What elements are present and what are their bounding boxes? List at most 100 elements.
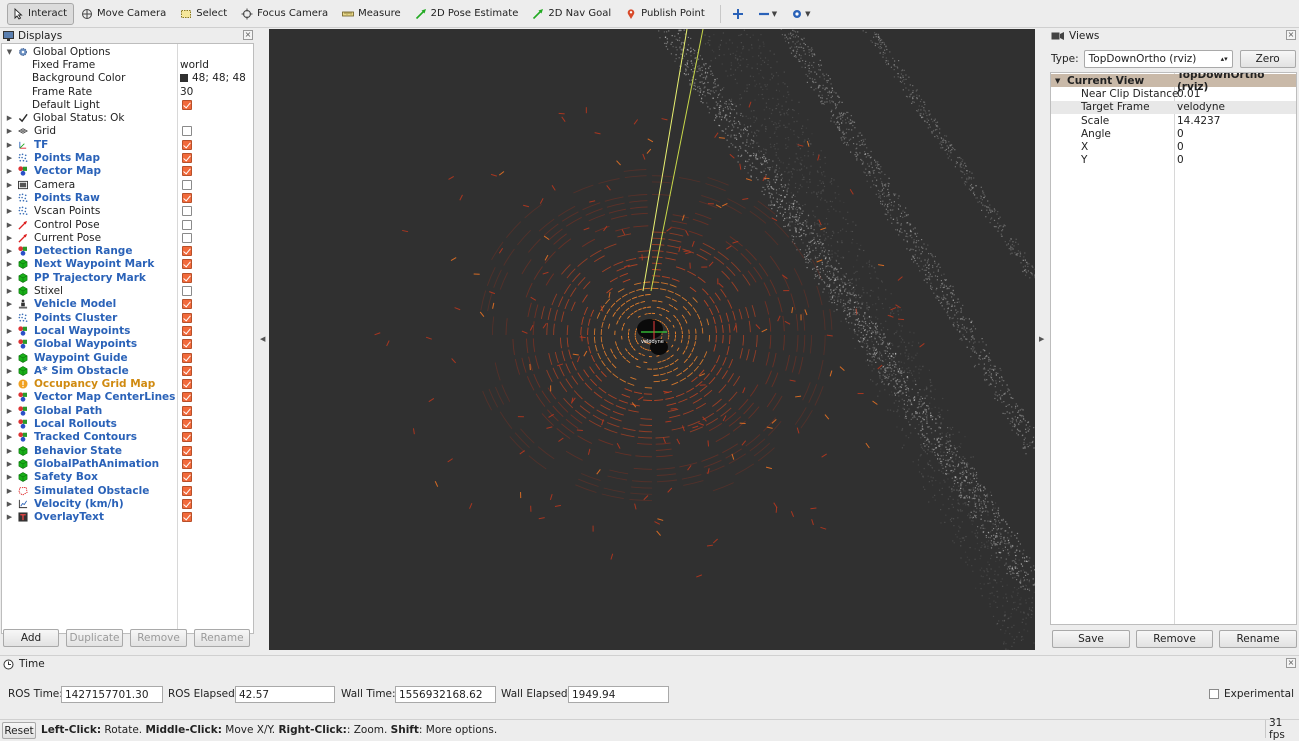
zero-button[interactable]: Zero	[1240, 50, 1296, 68]
display-points-raw[interactable]: ▶Points Raw	[2, 191, 253, 204]
enable-checkbox[interactable]	[182, 419, 192, 429]
display-points-cluster[interactable]: ▶Points Cluster	[2, 311, 253, 324]
display-overlaytext[interactable]: ▶OverlayText	[2, 511, 253, 524]
expand-arrow-icon[interactable]: ▶	[5, 314, 14, 322]
enable-checkbox[interactable]	[182, 339, 192, 349]
display-current-pose[interactable]: ▶Current Pose	[2, 231, 253, 244]
close-icon[interactable]: ×	[1286, 658, 1296, 668]
display-simulated-obstacle[interactable]: ▶Simulated Obstacle	[2, 484, 253, 497]
enable-checkbox[interactable]	[182, 166, 192, 176]
add-tool-button[interactable]	[727, 3, 751, 25]
global-option-background-color[interactable]: Background Color48; 48; 48	[2, 72, 253, 85]
expand-arrow-icon[interactable]: ▶	[5, 327, 14, 335]
view-prop-value[interactable]: 0	[1177, 141, 1184, 153]
enable-checkbox[interactable]	[182, 259, 192, 269]
enable-checkbox[interactable]	[182, 353, 192, 363]
expand-arrow-icon[interactable]: ▶	[5, 260, 14, 268]
expand-arrow-icon[interactable]: ▶	[5, 487, 14, 495]
wall-time-field[interactable]: 1556932168.62	[395, 686, 496, 703]
view-prop-value[interactable]: 0	[1177, 154, 1184, 166]
global-options-row[interactable]: ▼Global Options	[2, 45, 253, 58]
collapse-left-icon[interactable]: ◀	[260, 335, 265, 343]
tool-select-button[interactable]: Select	[175, 3, 234, 25]
expand-arrow-icon[interactable]: ▶	[5, 287, 14, 295]
option-value[interactable]: world	[180, 59, 209, 71]
ros-time-field[interactable]: 1427157701.30	[61, 686, 163, 703]
collapse-arrow-icon[interactable]: ▼	[5, 48, 14, 56]
enable-checkbox[interactable]	[182, 180, 192, 190]
option-value[interactable]: 30	[180, 86, 193, 98]
tool-interact-button[interactable]: Interact	[7, 3, 74, 25]
enable-checkbox[interactable]	[182, 379, 192, 389]
view-prop-y[interactable]: Y0	[1051, 154, 1296, 167]
display-tf[interactable]: ▶TF	[2, 138, 253, 151]
enable-checkbox[interactable]	[182, 486, 192, 496]
display-vector-map-centerlines[interactable]: ▶Vector Map CenterLines	[2, 391, 253, 404]
expand-arrow-icon[interactable]: ▶	[5, 447, 14, 455]
expand-arrow-icon[interactable]: ▶	[5, 500, 14, 508]
enable-checkbox[interactable]	[182, 193, 192, 203]
display-globalpathanimation[interactable]: ▶GlobalPathAnimation	[2, 457, 253, 470]
enable-checkbox[interactable]	[182, 472, 192, 482]
view-prop-value[interactable]: 0	[1177, 128, 1184, 140]
global-option-default-light[interactable]: Default Light	[2, 98, 253, 111]
enable-checkbox[interactable]	[182, 273, 192, 283]
expand-arrow-icon[interactable]: ▶	[5, 114, 14, 122]
display-a-sim-obstacle[interactable]: ▶A* Sim Obstacle	[2, 364, 253, 377]
close-icon[interactable]: ×	[243, 30, 253, 40]
expand-arrow-icon[interactable]: ▶	[5, 247, 14, 255]
view-prop-value[interactable]: velodyne	[1177, 101, 1225, 113]
display-vscan-points[interactable]: ▶Vscan Points	[2, 205, 253, 218]
expand-arrow-icon[interactable]: ▶	[5, 354, 14, 362]
view-prop-scale[interactable]: Scale14.4237	[1051, 114, 1296, 127]
enable-checkbox[interactable]	[182, 299, 192, 309]
global-option-frame-rate[interactable]: Frame Rate30	[2, 85, 253, 98]
enable-checkbox[interactable]	[182, 459, 192, 469]
experimental-checkbox[interactable]	[1209, 689, 1219, 699]
enable-checkbox[interactable]	[182, 286, 192, 296]
enable-checkbox[interactable]	[182, 432, 192, 442]
enable-checkbox[interactable]	[182, 313, 192, 323]
wall-elapsed-field[interactable]: 1949.94	[568, 686, 669, 703]
display-tracked-contours[interactable]: ▶Tracked Contours	[2, 431, 253, 444]
display-occupancy-grid-map[interactable]: ▶Occupancy Grid Map	[2, 378, 253, 391]
expand-arrow-icon[interactable]: ▶	[5, 207, 14, 215]
tool-move-camera-button[interactable]: Move Camera	[76, 3, 173, 25]
expand-arrow-icon[interactable]: ▶	[5, 380, 14, 388]
display-vehicle-model[interactable]: ▶Vehicle Model	[2, 298, 253, 311]
display-behavior-state[interactable]: ▶Behavior State	[2, 444, 253, 457]
display-points-map[interactable]: ▶Points Map	[2, 151, 253, 164]
current-view-row[interactable]: ▼ Current View TopDownOrtho (rviz)	[1051, 74, 1296, 87]
collapse-right-icon[interactable]: ▶	[1039, 335, 1044, 343]
view-prop-angle[interactable]: Angle0	[1051, 127, 1296, 140]
expand-arrow-icon[interactable]: ▶	[5, 473, 14, 481]
tool-2d-nav-goal-button[interactable]: 2D Nav Goal	[527, 3, 618, 25]
rename-display-button[interactable]: Rename	[194, 629, 250, 647]
duplicate-display-button[interactable]: Duplicate	[66, 629, 123, 647]
remove-view-button[interactable]: Remove	[1136, 630, 1213, 648]
expand-arrow-icon[interactable]: ▶	[5, 513, 14, 521]
expand-arrow-icon[interactable]: ▶	[5, 167, 14, 175]
view-prop-value[interactable]: 0.01	[1177, 88, 1200, 100]
global-option-fixed-frame[interactable]: Fixed Frameworld	[2, 58, 253, 71]
enable-checkbox[interactable]	[182, 100, 192, 110]
display-local-rollouts[interactable]: ▶Local Rollouts	[2, 417, 253, 430]
display-camera[interactable]: ▶Camera	[2, 178, 253, 191]
tool-2d-pose-estimate-button[interactable]: 2D Pose Estimate	[410, 3, 526, 25]
display-pp-trajectory-mark[interactable]: ▶PP Trajectory Mark	[2, 271, 253, 284]
enable-checkbox[interactable]	[182, 366, 192, 376]
ros-elapsed-field[interactable]: 42.57	[235, 686, 335, 703]
display-velocity-km-h[interactable]: ▶Velocity (km/h)	[2, 497, 253, 510]
enable-checkbox[interactable]	[182, 153, 192, 163]
expand-arrow-icon[interactable]: ▶	[5, 367, 14, 375]
camera-type-button[interactable]: ▼	[786, 3, 817, 25]
expand-arrow-icon[interactable]: ▶	[5, 433, 14, 441]
view-prop-x[interactable]: X0	[1051, 141, 1296, 154]
expand-arrow-icon[interactable]: ▶	[5, 141, 14, 149]
rename-view-button[interactable]: Rename	[1219, 630, 1297, 648]
enable-checkbox[interactable]	[182, 220, 192, 230]
view-type-select[interactable]: TopDownOrtho (rviz) ▴▾	[1084, 50, 1233, 68]
global-status-row[interactable]: ▶Global Status: Ok	[2, 112, 253, 125]
expand-arrow-icon[interactable]: ▶	[5, 234, 14, 242]
remove-display-button[interactable]: Remove	[130, 629, 187, 647]
